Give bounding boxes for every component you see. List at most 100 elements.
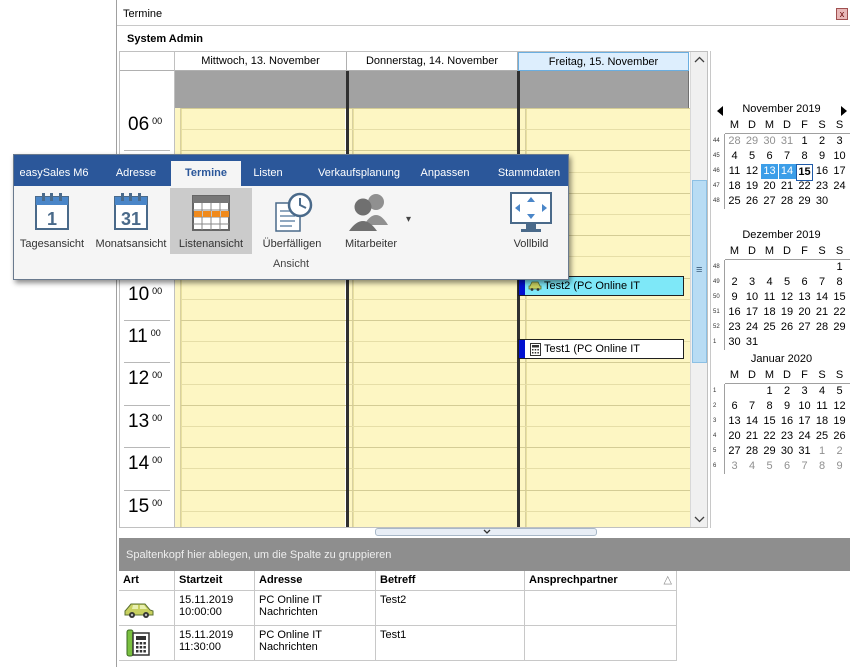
day-cell[interactable]: 15 — [761, 414, 778, 429]
allday-area-wednesday[interactable] — [175, 71, 347, 108]
day-cell[interactable]: 2 — [814, 134, 831, 149]
day-cell[interactable]: 9 — [779, 399, 796, 414]
day-cell[interactable]: 30 — [761, 134, 778, 149]
day-cell[interactable]: 7 — [779, 149, 796, 164]
day-cell[interactable]: 24 — [831, 179, 848, 194]
day-cell[interactable]: 2 — [779, 384, 796, 399]
day-cell[interactable]: 16 — [779, 414, 796, 429]
day-cell[interactable]: 31 — [744, 335, 761, 350]
day-cell[interactable]: 29 — [761, 444, 778, 459]
allday-area-friday[interactable] — [518, 71, 689, 108]
tab-termine[interactable]: Termine — [171, 161, 241, 186]
day-cell[interactable]: 6 — [726, 399, 743, 414]
day-cell[interactable]: 17 — [744, 305, 761, 320]
mitarbeiter-dropdown[interactable]: ▾ — [406, 213, 416, 225]
day-cell[interactable]: 2 — [831, 444, 848, 459]
appointment-test1[interactable]: Test1 (PC Online IT — [518, 339, 684, 359]
day-cell[interactable]: 4 — [744, 459, 761, 474]
scroll-up-icon[interactable] — [692, 54, 707, 66]
day-cell[interactable]: 24 — [744, 320, 761, 335]
day-cell[interactable]: 10 — [744, 290, 761, 305]
ueberfaelligen-button[interactable]: Überfälligen — [256, 188, 328, 254]
day-cell[interactable]: 20 — [726, 429, 743, 444]
day-cell[interactable]: 19 — [831, 414, 848, 429]
day-cell[interactable]: 21 — [744, 429, 761, 444]
day-cell[interactable]: 23 — [779, 429, 796, 444]
day-cell[interactable]: 12 — [744, 164, 761, 179]
day-cell[interactable]: 10 — [831, 149, 848, 164]
day-cell[interactable]: 26 — [779, 320, 796, 335]
day-cell[interactable]: 5 — [831, 384, 848, 399]
day-cell[interactable]: 14 — [744, 414, 761, 429]
day-cell[interactable]: 31 — [779, 134, 796, 149]
day-cell[interactable]: 3 — [796, 384, 813, 399]
day-cell[interactable]: 16 — [814, 164, 831, 179]
column-header-ansprechpartner[interactable]: Ansprechpartner △ — [525, 571, 677, 591]
column-header-adresse[interactable]: Adresse — [255, 571, 376, 591]
mitarbeiter-button[interactable]: Mitarbeiter — [332, 188, 410, 254]
vollbild-button[interactable]: Vollbild — [490, 188, 572, 254]
day-cell[interactable]: 5 — [744, 149, 761, 164]
scrollbar-thumb[interactable]: ≡ — [692, 180, 707, 363]
column-header-art[interactable]: Art — [119, 571, 175, 591]
day-cell[interactable]: 29 — [744, 134, 761, 149]
day-cell[interactable]: 18 — [761, 305, 778, 320]
day-cell[interactable]: 8 — [796, 149, 813, 164]
tagesansicht-button[interactable]: 1 Tagesansicht — [16, 188, 88, 254]
day-cell[interactable]: 11 — [726, 164, 743, 179]
day-cell[interactable]: 19 — [779, 305, 796, 320]
day-cell[interactable]: 7 — [796, 459, 813, 474]
day-cell[interactable]: 12 — [779, 290, 796, 305]
day-cell[interactable]: 9 — [814, 149, 831, 164]
day-cell[interactable]: 30 — [814, 194, 831, 209]
day-cell[interactable]: 28 — [744, 444, 761, 459]
day-cell[interactable]: 22 — [831, 305, 848, 320]
day-cell[interactable]: 30 — [726, 335, 743, 350]
tab-easysales[interactable]: easySales M6 — [14, 155, 94, 186]
splitter-handle[interactable] — [375, 528, 597, 536]
day-cell[interactable]: 1 — [814, 444, 831, 459]
day-cell[interactable]: 10 — [796, 399, 813, 414]
day-cell[interactable]: 8 — [831, 275, 848, 290]
day-cell[interactable]: 21 — [779, 179, 796, 194]
day-cell[interactable]: 6 — [761, 149, 778, 164]
day-cell[interactable]: 31 — [796, 444, 813, 459]
day-cell[interactable]: 17 — [831, 164, 848, 179]
day-cell[interactable]: 23 — [726, 320, 743, 335]
month-calendar-navigator[interactable]: November 2019 M D M D F S S 44 28 29 30 31 1 2 3 45 4 5 6 7 8… — [710, 51, 850, 528]
day-cell[interactable]: 21 — [814, 305, 831, 320]
day-cell[interactable]: 3 — [831, 134, 848, 149]
day-cell[interactable]: 25 — [761, 320, 778, 335]
day-cell[interactable]: 4 — [814, 384, 831, 399]
day-cell[interactable]: 9 — [726, 290, 743, 305]
day-cell[interactable]: 3 — [726, 459, 743, 474]
day-cell[interactable]: 14 — [814, 290, 831, 305]
day-cell[interactable]: 20 — [796, 305, 813, 320]
day-cell[interactable]: 14 — [778, 164, 796, 179]
day-cell[interactable]: 22 — [796, 179, 813, 194]
day-cell[interactable]: 26 — [744, 194, 761, 209]
day-cell[interactable]: 29 — [831, 320, 848, 335]
day-cell[interactable]: 13 — [761, 164, 778, 179]
day-cell[interactable]: 1 — [761, 384, 778, 399]
day-header-friday[interactable]: Freitag, 15. November — [518, 52, 689, 71]
listenansicht-button[interactable]: Listenansicht — [170, 188, 252, 254]
column-header-startzeit[interactable]: Startzeit — [175, 571, 255, 591]
day-cell[interactable]: 16 — [726, 305, 743, 320]
next-month-icon[interactable] — [841, 106, 847, 116]
day-cell[interactable]: 20 — [761, 179, 778, 194]
day-cell[interactable]: 6 — [779, 459, 796, 474]
column-header-betreff[interactable]: Betreff — [376, 571, 525, 591]
tab-adresse[interactable]: Adresse — [105, 155, 167, 186]
day-cell[interactable]: 2 — [726, 275, 743, 290]
day-cell[interactable]: 18 — [814, 414, 831, 429]
day-view-calendar[interactable]: 0600070008000900100011001200130014001500… — [119, 51, 708, 528]
monatsansicht-button[interactable]: 31 Monatsansicht — [94, 188, 168, 254]
day-cell[interactable]: 6 — [796, 275, 813, 290]
close-button[interactable]: x — [836, 8, 848, 20]
prev-month-icon[interactable] — [717, 106, 723, 116]
day-cell[interactable]: 23 — [814, 179, 831, 194]
day-cell[interactable]: 4 — [726, 149, 743, 164]
day-cell[interactable]: 3 — [744, 275, 761, 290]
tab-stammdaten[interactable]: Stammdaten — [490, 155, 568, 186]
